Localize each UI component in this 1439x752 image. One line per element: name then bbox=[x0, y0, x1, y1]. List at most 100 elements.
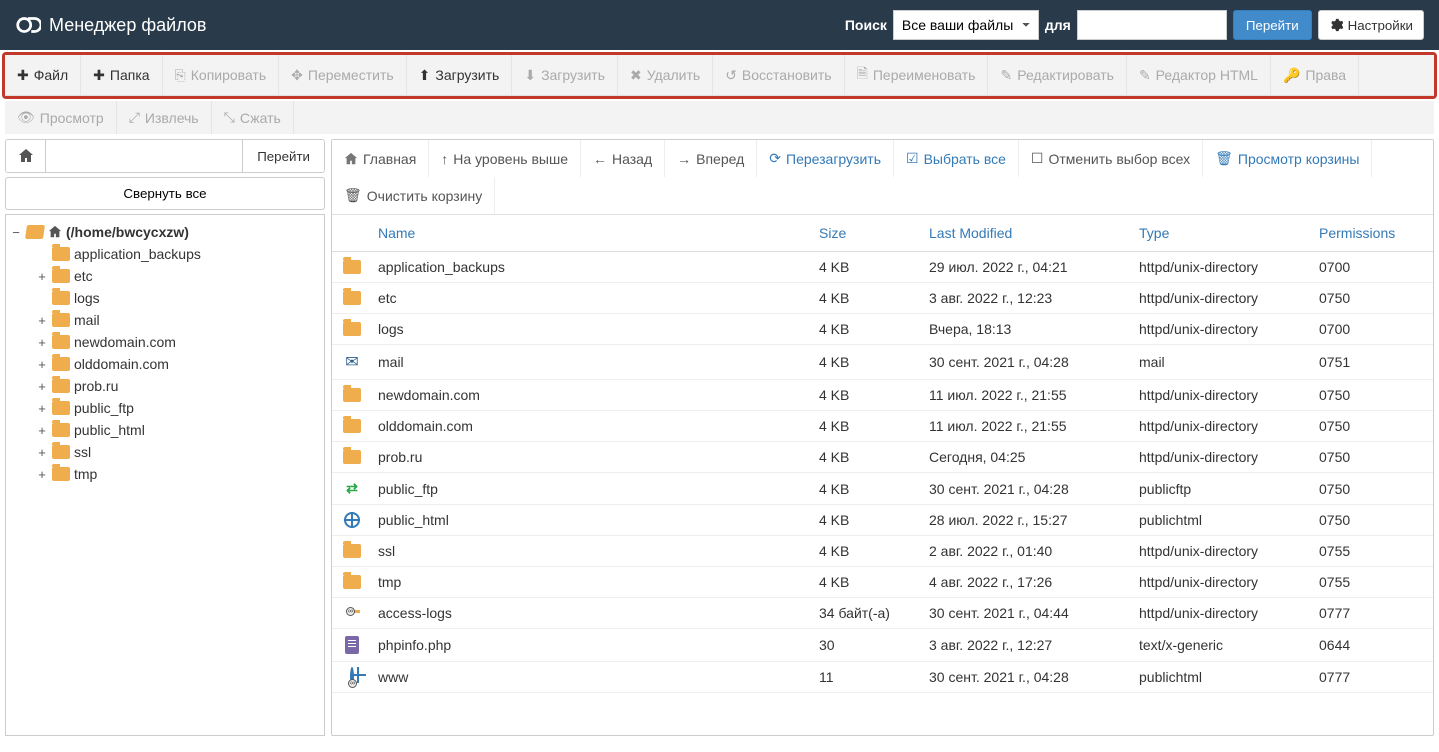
path-input[interactable] bbox=[46, 140, 242, 172]
table-row[interactable]: ∞access-logs34 байт(-а)30 сент. 2021 г.,… bbox=[332, 598, 1433, 629]
cell-permissions: 0755 bbox=[1313, 574, 1433, 590]
table-row[interactable]: olddomain.com4 KB11 июл. 2022 г., 21:55h… bbox=[332, 411, 1433, 442]
table-row[interactable]: ssl4 KB2 авг. 2022 г., 01:40httpd/unix-d… bbox=[332, 536, 1433, 567]
cell-size: 4 KB bbox=[813, 387, 923, 403]
move-icon: ✥ bbox=[291, 67, 303, 84]
cell-type: httpd/unix-directory bbox=[1133, 574, 1313, 590]
nav-empty-trash-button[interactable]: 🗑Очистить корзину bbox=[332, 177, 495, 214]
cell-name: prob.ru bbox=[372, 449, 813, 465]
expand-toggle[interactable]: + bbox=[36, 467, 48, 482]
content-area: Главная ↑На уровень выше ←Назад →Вперед … bbox=[331, 139, 1434, 736]
forward-icon: → bbox=[677, 151, 691, 167]
copy-button[interactable]: ⎘Копировать bbox=[163, 55, 280, 95]
table-row[interactable]: ∞www1130 сент. 2021 г., 04:28publichtml0… bbox=[332, 662, 1433, 693]
rename-button[interactable]: 🗎Переименовать bbox=[845, 55, 989, 95]
globe-icon bbox=[344, 512, 360, 528]
view-button[interactable]: 👁Просмотр bbox=[5, 101, 117, 134]
folder-icon bbox=[52, 445, 70, 459]
expand-toggle[interactable]: + bbox=[36, 445, 48, 460]
html-editor-button[interactable]: ✎Редактор HTML bbox=[1127, 55, 1271, 95]
col-name[interactable]: Name bbox=[372, 225, 813, 241]
expand-toggle[interactable]: + bbox=[36, 313, 48, 328]
search-go-button[interactable]: Перейти bbox=[1233, 10, 1312, 40]
table-row[interactable]: phpinfo.php303 авг. 2022 г., 12:27text/x… bbox=[332, 629, 1433, 662]
tree-item[interactable]: +public_html bbox=[36, 419, 320, 441]
tree-item[interactable]: +public_ftp bbox=[36, 397, 320, 419]
upload-button[interactable]: ⬆Загрузить bbox=[407, 55, 513, 95]
table-row[interactable]: prob.ru4 KBСегодня, 04:25httpd/unix-dire… bbox=[332, 442, 1433, 473]
cell-type: httpd/unix-directory bbox=[1133, 605, 1313, 621]
cell-size: 4 KB bbox=[813, 481, 923, 497]
table-row[interactable]: public_html4 KB28 июл. 2022 г., 15:27pub… bbox=[332, 505, 1433, 536]
folder-open-icon bbox=[25, 225, 45, 239]
new-folder-button[interactable]: ✚Папка bbox=[81, 55, 162, 95]
cell-modified: 2 авг. 2022 г., 01:40 bbox=[923, 543, 1133, 559]
search-scope-select[interactable]: Все ваши файлы bbox=[893, 10, 1039, 40]
path-go-button[interactable]: Перейти bbox=[242, 140, 324, 172]
move-button[interactable]: ✥Переместить bbox=[279, 55, 407, 95]
expand-toggle[interactable]: + bbox=[36, 423, 48, 438]
download-button[interactable]: ⬇Загрузить bbox=[512, 55, 618, 95]
expand-toggle[interactable]: + bbox=[36, 379, 48, 394]
expand-toggle[interactable]: + bbox=[36, 269, 48, 284]
compress-button[interactable]: ⤡Сжать bbox=[212, 101, 294, 134]
expand-toggle[interactable]: + bbox=[36, 357, 48, 372]
home-icon bbox=[18, 148, 34, 164]
nav-forward-button[interactable]: →Вперед bbox=[665, 140, 757, 177]
nav-select-all-button[interactable]: ☑Выбрать все bbox=[894, 140, 1019, 177]
cell-modified: 3 авг. 2022 г., 12:27 bbox=[923, 637, 1133, 653]
cell-permissions: 0777 bbox=[1313, 669, 1433, 685]
main-toolbar-row2: 👁Просмотр ⤢Извлечь ⤡Сжать bbox=[5, 101, 1434, 134]
extract-button[interactable]: ⤢Извлечь bbox=[117, 101, 212, 134]
restore-button[interactable]: ↺Восстановить bbox=[713, 55, 844, 95]
cell-size: 11 bbox=[813, 669, 923, 685]
edit-icon: ✎ bbox=[1000, 67, 1012, 84]
tree-item[interactable]: +olddomain.com bbox=[36, 353, 320, 375]
permissions-button[interactable]: 🔑Права bbox=[1271, 55, 1359, 95]
expand-toggle[interactable]: + bbox=[36, 335, 48, 350]
settings-button[interactable]: Настройки bbox=[1318, 10, 1424, 40]
tree-item[interactable]: logs bbox=[36, 287, 320, 309]
table-row[interactable]: etc4 KB3 авг. 2022 г., 12:23httpd/unix-d… bbox=[332, 283, 1433, 314]
table-row[interactable]: ⇄public_ftp4 KB30 сент. 2021 г., 04:28pu… bbox=[332, 473, 1433, 505]
tree-item-label: logs bbox=[74, 290, 100, 306]
tree-item[interactable]: +etc bbox=[36, 265, 320, 287]
nav-view-trash-button[interactable]: 🗑Просмотр корзины bbox=[1203, 140, 1372, 177]
collapse-all-button[interactable]: Свернуть все bbox=[5, 177, 325, 210]
nav-back-button[interactable]: ←Назад bbox=[581, 140, 665, 177]
col-size[interactable]: Size bbox=[813, 225, 923, 241]
back-icon: ← bbox=[593, 151, 607, 167]
mail-icon: ✉ bbox=[345, 352, 358, 372]
delete-button[interactable]: ✖Удалить bbox=[618, 55, 713, 95]
col-permissions[interactable]: Permissions bbox=[1313, 225, 1433, 241]
cell-modified: 30 сент. 2021 г., 04:28 bbox=[923, 481, 1133, 497]
cell-name: application_backups bbox=[372, 259, 813, 275]
tree-item[interactable]: application_backups bbox=[36, 243, 320, 265]
tree-item[interactable]: +prob.ru bbox=[36, 375, 320, 397]
tree-item[interactable]: +mail bbox=[36, 309, 320, 331]
table-row[interactable]: logs4 KBВчера, 18:13httpd/unix-directory… bbox=[332, 314, 1433, 345]
nav-reload-button[interactable]: ⟳Перезагрузить bbox=[757, 140, 894, 177]
tree-item[interactable]: +tmp bbox=[36, 463, 320, 485]
col-type[interactable]: Type bbox=[1133, 225, 1313, 241]
col-modified[interactable]: Last Modified bbox=[923, 225, 1133, 241]
table-row[interactable]: ✉mail4 KB30 сент. 2021 г., 04:28mail0751 bbox=[332, 345, 1433, 380]
nav-home-button[interactable]: Главная bbox=[332, 140, 429, 177]
gear-icon bbox=[1329, 18, 1343, 32]
tree-item[interactable]: +newdomain.com bbox=[36, 331, 320, 353]
nav-up-button[interactable]: ↑На уровень выше bbox=[429, 140, 581, 177]
expand-toggle[interactable]: + bbox=[36, 401, 48, 416]
tree-item[interactable]: +ssl bbox=[36, 441, 320, 463]
table-row[interactable]: tmp4 KB4 авг. 2022 г., 17:26httpd/unix-d… bbox=[332, 567, 1433, 598]
collapse-toggle[interactable]: − bbox=[10, 225, 22, 240]
new-file-button[interactable]: ✚Файл bbox=[5, 55, 81, 95]
folder-icon bbox=[52, 291, 70, 305]
table-row[interactable]: application_backups4 KB29 июл. 2022 г., … bbox=[332, 252, 1433, 283]
edit-button[interactable]: ✎Редактировать bbox=[988, 55, 1126, 95]
table-row[interactable]: newdomain.com4 KB11 июл. 2022 г., 21:55h… bbox=[332, 380, 1433, 411]
tree-root[interactable]: − (/home/bwcycxzw) bbox=[10, 221, 320, 243]
path-home-button[interactable] bbox=[6, 140, 46, 172]
nav-deselect-all-button[interactable]: ☐Отменить выбор всех bbox=[1019, 140, 1203, 177]
folder-icon bbox=[343, 260, 361, 274]
search-input[interactable] bbox=[1077, 10, 1227, 40]
